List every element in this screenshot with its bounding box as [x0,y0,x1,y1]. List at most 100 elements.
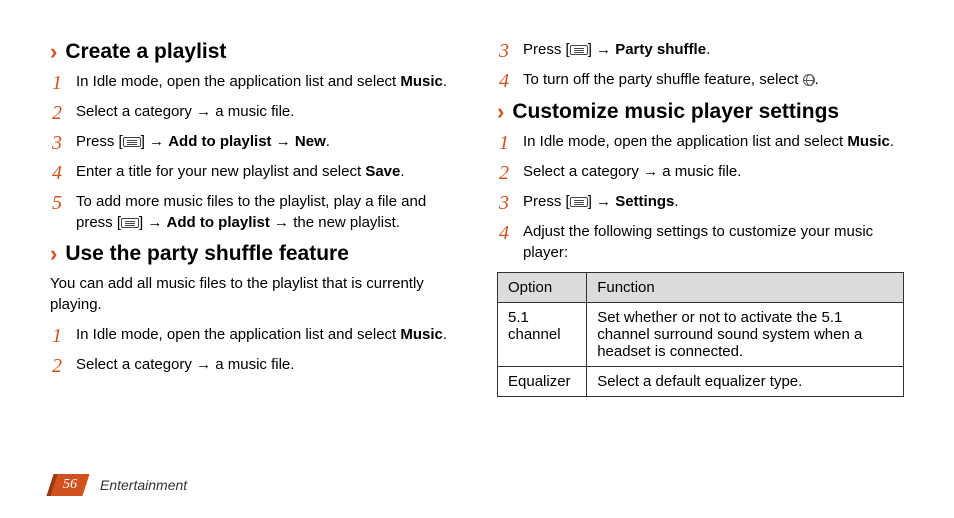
section-header-create-playlist: › Create a playlist [50,40,457,64]
bold-text: Music [400,326,443,343]
step-body: Press [] → Party shuffle. [523,40,904,61]
text: Enter a title for your new playlist and … [76,163,365,180]
step-number: 5 [50,192,64,213]
step-body: Enter a title for your new playlist and … [76,162,457,183]
step: 4 Adjust the following settings to custo… [497,222,904,263]
table-header: Option [498,273,587,303]
settings-table: Option Function 5.1 channel Set whether … [497,272,904,397]
table-header-row: Option Function [498,273,904,303]
step-number: 4 [497,70,511,91]
step: 4 To turn off the party shuffle feature,… [497,70,904,91]
step: 2 Select a category → a music file. [497,162,904,183]
step: 2 Select a category → a music file. [50,102,457,123]
menu-icon [121,218,139,228]
bold-text: Settings [615,193,674,210]
bold-text: Add to playlist [167,214,270,231]
step: 3 Press [ ] → Settings. [497,192,904,213]
text: In Idle mode, open the application list … [523,133,847,150]
step-number: 3 [497,40,511,61]
left-column: › Create a playlist 1 In Idle mode, open… [50,40,457,397]
text: ] → [588,193,616,210]
step-body: To turn off the party shuffle feature, s… [523,70,904,91]
step-number: 1 [497,132,511,153]
step: 3 Press [] → Party shuffle. [497,40,904,61]
table-header: Function [587,273,904,303]
text: In Idle mode, open the application list … [76,73,400,90]
step-number: 2 [50,355,64,376]
menu-icon [570,197,588,207]
table-cell: Equalizer [498,367,587,397]
step-body: In Idle mode, open the application list … [523,132,904,153]
table-cell: 5.1 channel [498,303,587,367]
bold-text: Save [365,163,400,180]
section-title: Use the party shuffle feature [65,242,349,266]
page-number: 56 [50,474,90,496]
text: . [326,133,330,150]
text: . [400,163,404,180]
step-number: 1 [50,72,64,93]
chevron-icon: › [50,243,57,265]
text: ] → [139,214,167,231]
step-body: In Idle mode, open the application list … [76,325,457,346]
text: . [443,326,447,343]
globe-icon [803,74,815,86]
text: . [706,41,710,58]
text: Press [ [76,133,123,150]
table-cell: Select a default equalizer type. [587,367,904,397]
bold-text: Music [847,133,890,150]
step-number: 2 [50,102,64,123]
text: . [815,71,819,88]
step: 5 To add more music files to the playlis… [50,192,457,233]
section-header-customize: › Customize music player settings [497,100,904,124]
text: . [674,193,678,210]
chevron-icon: › [497,101,504,123]
page-number-badge: 56 [50,474,90,496]
bold-text: New [295,133,326,150]
step-body: Select a category → a music file. [76,355,457,376]
step-number: 2 [497,162,511,183]
bold-text: Add to playlist [168,133,271,150]
step: 1 In Idle mode, open the application lis… [50,325,457,346]
step-number: 3 [497,192,511,213]
text: → the new playlist. [270,214,400,231]
step-body: In Idle mode, open the application list … [76,72,457,93]
text: To turn off the party shuffle feature, s… [523,71,803,88]
step-body: Adjust the following settings to customi… [523,222,904,263]
text: . [890,133,894,150]
step-number: 4 [50,162,64,183]
steps-party-shuffle-cont: 3 Press [] → Party shuffle. 4 To turn of… [497,40,904,91]
section-title: Customize music player settings [512,100,839,124]
step-body: Press [ ] → Settings. [523,192,904,213]
text: ] → [588,41,616,58]
step: 4 Enter a title for your new playlist an… [50,162,457,183]
bold-text: Party shuffle [615,41,706,58]
section-header-party-shuffle: › Use the party shuffle feature [50,242,457,266]
step-number: 4 [497,222,511,243]
step: 1 In Idle mode, open the application lis… [50,72,457,93]
text: Press [ [523,193,570,210]
text: ] → [141,133,169,150]
table-row: Equalizer Select a default equalizer typ… [498,367,904,397]
step: 2 Select a category → a music file. [50,355,457,376]
steps-create-playlist: 1 In Idle mode, open the application lis… [50,72,457,233]
step: 1 In Idle mode, open the application lis… [497,132,904,153]
two-column-layout: › Create a playlist 1 In Idle mode, open… [50,40,904,397]
step-number: 1 [50,325,64,346]
section-title: Create a playlist [65,40,226,64]
text: → [272,133,295,150]
table-row: 5.1 channel Set whether or not to activa… [498,303,904,367]
page-footer: 56 Entertainment [50,474,187,496]
menu-icon [570,45,588,55]
step: 3 Press [] → Add to playlist → New. [50,132,457,153]
section-subtitle: You can add all music files to the playl… [50,274,457,315]
right-column: 3 Press [] → Party shuffle. 4 To turn of… [497,40,904,397]
step-body: Press [ ] → Add to playlist → New. [76,132,457,153]
steps-customize: 1 In Idle mode, open the application lis… [497,132,904,263]
step-body: Select a category → a music file. [523,162,904,183]
step-body: To add more music files to the playlist,… [76,192,457,233]
text: . [443,73,447,90]
steps-party-shuffle: 1 In Idle mode, open the application lis… [50,325,457,376]
chevron-icon: › [50,41,57,63]
text: In Idle mode, open the application list … [76,326,400,343]
bold-text: Music [400,73,443,90]
